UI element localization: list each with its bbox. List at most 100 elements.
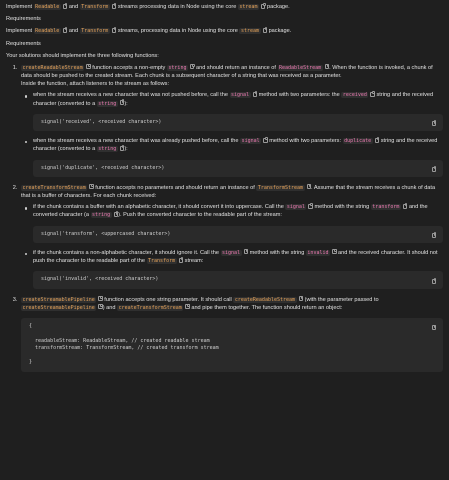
inline-code: Transform bbox=[79, 28, 110, 35]
text: (with the parameter passed to bbox=[303, 296, 379, 303]
inline-code: createReadableStream bbox=[233, 296, 297, 303]
copy-icon[interactable] bbox=[260, 2, 266, 9]
text: Implement bbox=[6, 28, 34, 35]
text: package. bbox=[265, 4, 290, 10]
copy-icon[interactable] bbox=[431, 278, 436, 284]
requirements-heading: Requirements bbox=[6, 40, 41, 47]
task-description: Implement Readable and Transform streams… bbox=[0, 0, 449, 372]
inline-code: TransformStream bbox=[256, 184, 305, 191]
text: when the stream receives a new character… bbox=[33, 92, 230, 99]
copy-icon[interactable] bbox=[185, 303, 190, 310]
text: stream: bbox=[183, 258, 204, 265]
inline-code: signal bbox=[285, 204, 307, 211]
list-item: createReadableStream function accepts a … bbox=[19, 63, 443, 177]
inline-code: signal bbox=[220, 249, 242, 256]
text: method with the string bbox=[312, 204, 371, 211]
inline-code: invalid bbox=[305, 249, 330, 256]
copy-icon[interactable] bbox=[431, 120, 436, 127]
inline-code: stream bbox=[239, 28, 261, 35]
code-block[interactable]: signal('invalid', <received character>) bbox=[33, 271, 443, 289]
text: function accepts a non-empty bbox=[90, 64, 167, 71]
copy-icon[interactable] bbox=[370, 91, 375, 97]
list-item: when the stream receives a new character… bbox=[25, 136, 443, 177]
copy-icon[interactable] bbox=[252, 91, 258, 97]
copy-icon[interactable] bbox=[262, 27, 268, 33]
inline-code: Transform bbox=[146, 258, 177, 265]
inline-code: createStreamablePipeline bbox=[21, 296, 97, 303]
copy-icon[interactable] bbox=[98, 303, 103, 310]
copy-icon[interactable] bbox=[178, 257, 184, 263]
copy-icon[interactable] bbox=[111, 27, 117, 33]
copy-icon[interactable] bbox=[98, 295, 103, 302]
inline-code: string bbox=[166, 64, 188, 71]
text: function accepts no parameters and shoul… bbox=[93, 184, 257, 191]
bullet-list: if the chunk contains a buffer with an a… bbox=[21, 203, 443, 289]
text: if the chunk contains a non-alphabetic c… bbox=[33, 249, 221, 256]
inline-code: signal bbox=[240, 138, 262, 145]
copy-icon[interactable] bbox=[111, 2, 117, 9]
text: streams, processing data in Node using t… bbox=[116, 28, 240, 35]
copy-icon[interactable] bbox=[62, 27, 68, 33]
paragraph: Inside the function, attach listeners to… bbox=[21, 81, 169, 88]
copy-icon[interactable] bbox=[374, 136, 380, 143]
copy-icon[interactable] bbox=[298, 295, 304, 302]
copy-icon[interactable] bbox=[324, 63, 330, 70]
list-item: when the stream receives a new character… bbox=[25, 91, 443, 132]
code-text: signal('invalid', <received character>) bbox=[41, 276, 159, 283]
code-block[interactable]: signal('transform', <uppercased characte… bbox=[33, 225, 443, 243]
list-item: createStreamablePipeline function accept… bbox=[19, 295, 443, 372]
requirements-heading: Requirements bbox=[6, 16, 41, 23]
inline-code: Transform bbox=[79, 4, 110, 10]
copy-icon[interactable] bbox=[62, 2, 68, 9]
inline-code: duplicate bbox=[342, 138, 373, 145]
text: function accepts one string parameter. I… bbox=[102, 296, 234, 303]
code-block[interactable]: { readableStream: ReadableStream, // cre… bbox=[21, 318, 443, 372]
intro-line-1: Implement Readable and Transform streams… bbox=[6, 2, 443, 11]
copy-icon[interactable] bbox=[332, 248, 337, 255]
text: ) and bbox=[102, 304, 118, 311]
copy-icon[interactable] bbox=[263, 136, 268, 143]
inline-code: createTransformStream bbox=[117, 304, 184, 311]
text: ). Push the converted character to the r… bbox=[118, 212, 282, 219]
copy-icon[interactable] bbox=[189, 63, 195, 70]
code-block[interactable]: signal('received', <received character>) bbox=[33, 113, 443, 132]
copy-icon[interactable] bbox=[308, 203, 313, 209]
copy-icon[interactable] bbox=[86, 63, 91, 70]
copy-icon[interactable] bbox=[243, 248, 249, 255]
bullet-list: when the stream receives a new character… bbox=[21, 91, 443, 177]
text: method with two parameters: the bbox=[257, 92, 342, 99]
copy-icon[interactable] bbox=[306, 183, 312, 190]
intro-line-2: Implement Readable and Transform streams… bbox=[6, 27, 443, 35]
inline-code: transform bbox=[370, 204, 401, 211]
inline-code: Readable bbox=[33, 4, 61, 10]
code-block[interactable]: signal('duplicate', <received character>… bbox=[33, 159, 443, 177]
copy-icon[interactable] bbox=[431, 166, 436, 172]
function-list: createReadableStream function accepts a … bbox=[6, 63, 443, 372]
copy-icon[interactable] bbox=[113, 211, 119, 217]
text: and should return an instance of bbox=[194, 64, 278, 71]
list-item: createTransformStream function accepts n… bbox=[19, 183, 443, 289]
text: and bbox=[67, 28, 80, 35]
copy-icon[interactable] bbox=[431, 324, 436, 331]
copy-icon[interactable] bbox=[431, 232, 436, 238]
inline-code: ReadableStream bbox=[277, 64, 323, 71]
inline-code: signal bbox=[229, 92, 251, 99]
inline-code: string bbox=[96, 100, 118, 107]
inline-code: string bbox=[90, 212, 112, 219]
text: ): bbox=[124, 146, 128, 153]
inline-code: createTransformStream bbox=[21, 184, 88, 191]
copy-icon[interactable] bbox=[402, 203, 408, 209]
text: if the chunk contains a buffer with an a… bbox=[33, 204, 286, 211]
inline-code: Readable bbox=[33, 28, 61, 35]
text: and pipe them together. The function sho… bbox=[189, 304, 343, 311]
code-text: signal('duplicate', <received character>… bbox=[41, 164, 165, 171]
inline-code: createReadableStream bbox=[21, 64, 85, 71]
text: ): bbox=[124, 100, 128, 107]
code-text: signal('received', <received character>) bbox=[41, 118, 162, 125]
code-text: signal('transform', <uppercased characte… bbox=[41, 230, 171, 237]
copy-icon[interactable] bbox=[89, 183, 94, 190]
text: Implement bbox=[6, 4, 34, 10]
copy-icon[interactable] bbox=[119, 145, 125, 151]
copy-icon[interactable] bbox=[119, 99, 125, 106]
inline-code: received bbox=[341, 92, 369, 99]
